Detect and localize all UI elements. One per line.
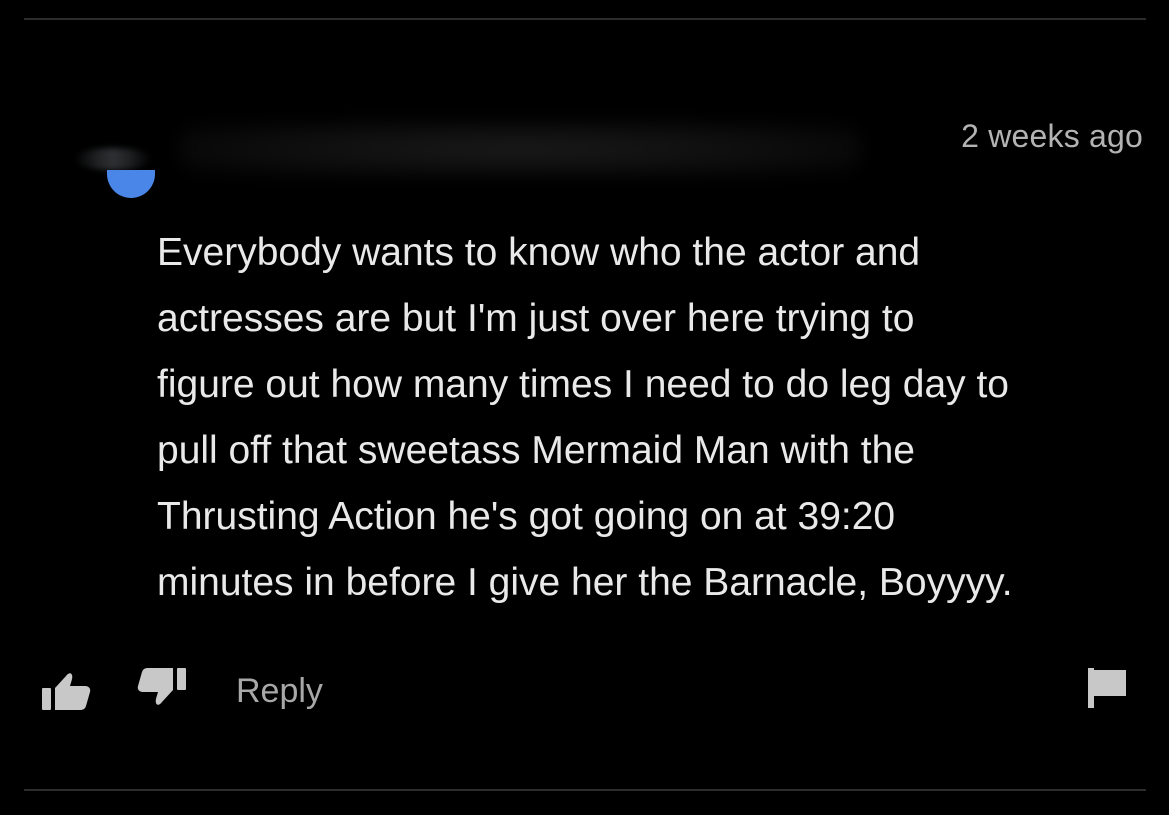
avatar-obscured-image — [74, 148, 152, 170]
thumbs-down-icon[interactable] — [136, 666, 188, 710]
comment-text: Everybody wants to know who the actor an… — [157, 231, 1013, 604]
top-divider — [24, 18, 1146, 20]
bottom-divider — [24, 789, 1146, 791]
comment-action-bar: Reply — [0, 660, 1169, 720]
avatar[interactable] — [66, 118, 162, 202]
username-redacted — [180, 122, 860, 176]
thumbs-up-icon[interactable] — [40, 668, 92, 712]
avatar-badge — [107, 170, 155, 198]
reply-button[interactable]: Reply — [236, 672, 323, 711]
flag-icon[interactable] — [1086, 666, 1130, 710]
comment-timestamp[interactable]: 2 weeks ago — [961, 118, 1143, 155]
